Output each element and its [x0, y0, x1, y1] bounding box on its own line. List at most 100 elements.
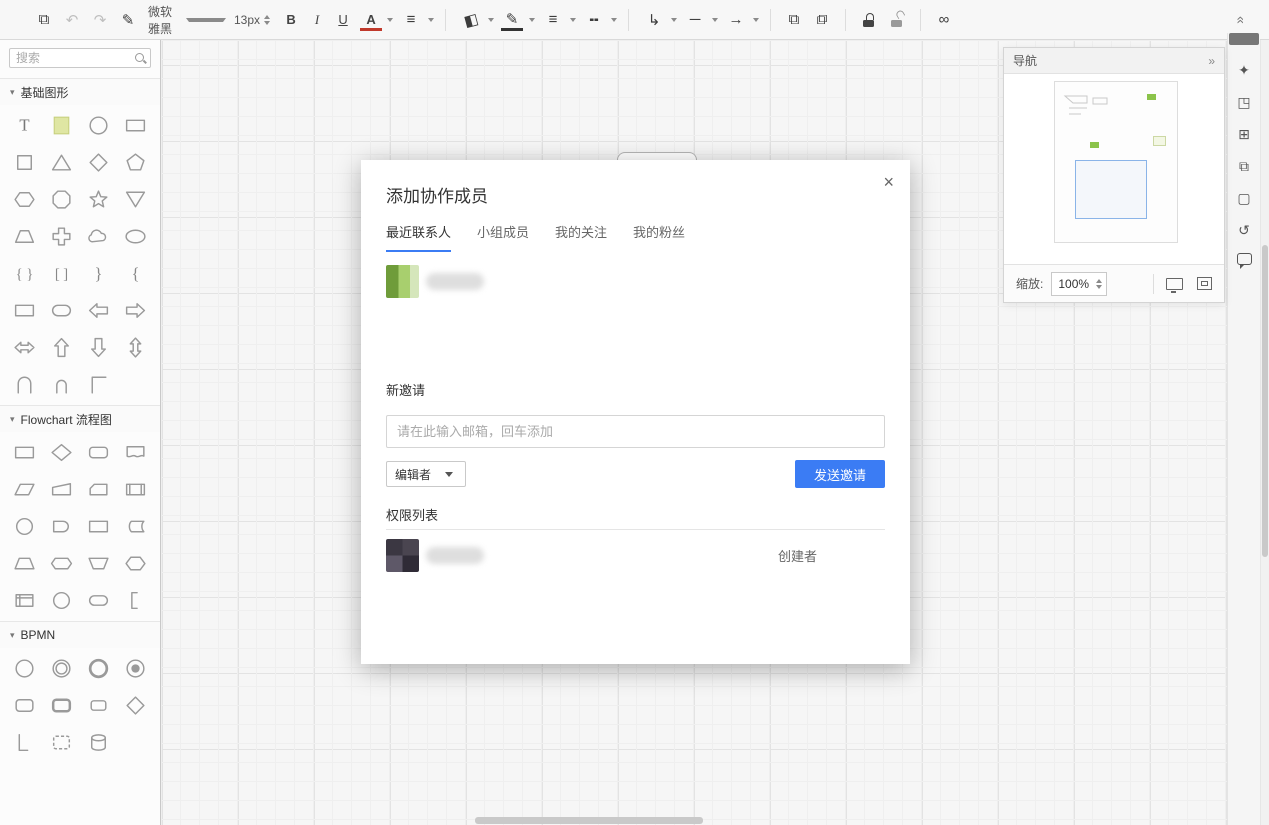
- shape-square[interactable]: [6, 144, 43, 181]
- bold-button[interactable]: B: [280, 8, 302, 32]
- page-setup-icon[interactable]: ▢: [1234, 189, 1254, 208]
- shape-octagon[interactable]: [43, 181, 80, 218]
- shape-rounded-rect[interactable]: [43, 292, 80, 329]
- connector-type-button[interactable]: ↳: [640, 8, 678, 32]
- shape-fc-circle[interactable]: [6, 508, 43, 545]
- shape-bpmn-datastore[interactable]: [80, 724, 117, 761]
- line-width-button[interactable]: ≡: [539, 8, 577, 32]
- minimap-viewport[interactable]: [1075, 160, 1147, 219]
- tab-我的粉丝[interactable]: 我的粉丝: [633, 222, 685, 252]
- presentation-icon[interactable]: [1166, 277, 1183, 293]
- comment-icon[interactable]: [1236, 253, 1252, 269]
- shape-diamond[interactable]: [80, 144, 117, 181]
- shape-oval[interactable]: [117, 218, 154, 255]
- shape-bpmn-start[interactable]: [6, 650, 43, 687]
- shape-fc-document[interactable]: [117, 434, 154, 471]
- shape-fc-preparation[interactable]: [43, 545, 80, 582]
- role-select[interactable]: 编辑者: [386, 461, 466, 487]
- font-color-button[interactable]: A: [358, 9, 394, 31]
- undo-icon[interactable]: ↶: [61, 8, 83, 32]
- shape-fc-manual-input[interactable]: [43, 471, 80, 508]
- shape-triangle-down[interactable]: [117, 181, 154, 218]
- shape-fc-delay[interactable]: [43, 508, 80, 545]
- shape-arrow-left[interactable]: [80, 292, 117, 329]
- shape-arrow-right[interactable]: [117, 292, 154, 329]
- shape-hexagon[interactable]: [6, 181, 43, 218]
- shape-star[interactable]: [80, 181, 117, 218]
- font-size-stepper[interactable]: 13px: [234, 13, 271, 27]
- shape-bracket-pair[interactable]: [ ]: [43, 255, 80, 292]
- close-icon[interactable]: ×: [883, 172, 894, 193]
- shape-bpmn-gateway[interactable]: [117, 687, 154, 724]
- arrow-style-button[interactable]: →: [722, 8, 760, 32]
- shape-fc-process[interactable]: [80, 508, 117, 545]
- section-flowchart[interactable]: Flowchart 流程图: [0, 405, 160, 432]
- shapes-library-icon[interactable]: ⧉: [33, 8, 55, 32]
- vertical-scrollbar-track[interactable]: [1260, 40, 1269, 825]
- redo-icon[interactable]: ↷: [89, 8, 111, 32]
- shape-fc-inv-trapezoid[interactable]: [80, 545, 117, 582]
- shape-fc-rounded[interactable]: [80, 434, 117, 471]
- shape-arrow-up[interactable]: [43, 329, 80, 366]
- shape-fc-bracket[interactable]: [117, 582, 154, 619]
- align-button[interactable]: ≡: [397, 8, 435, 32]
- recent-contact-item[interactable]: [386, 265, 484, 298]
- unlock-icon[interactable]: [891, 13, 903, 27]
- shape-fc-process[interactable]: [6, 434, 43, 471]
- structure-icon[interactable]: ⊞: [1234, 125, 1254, 144]
- shape-bpmn-terminate[interactable]: [117, 650, 154, 687]
- shape-fc-predefined[interactable]: [117, 471, 154, 508]
- vertical-scrollbar-thumb[interactable]: [1262, 245, 1268, 557]
- fill-color-button[interactable]: ◧: [457, 8, 495, 32]
- shape-bpmn-end[interactable]: [80, 650, 117, 687]
- search-input[interactable]: [9, 48, 151, 68]
- shape-fc-stored[interactable]: [117, 508, 154, 545]
- shape-bpmn-transaction[interactable]: [43, 687, 80, 724]
- underline-button[interactable]: U: [332, 8, 354, 32]
- shape-rect[interactable]: [117, 107, 154, 144]
- strip-scrollbar-thumb[interactable]: [1229, 33, 1259, 45]
- navigator-collapse-icon[interactable]: »: [1208, 54, 1215, 68]
- horizontal-scrollbar-thumb[interactable]: [475, 817, 703, 824]
- multipage-icon[interactable]: ⧉: [1234, 157, 1254, 176]
- shape-arrow-double-h[interactable]: [6, 329, 43, 366]
- zoom-spinner-icon[interactable]: [1096, 278, 1103, 289]
- shape-fc-hexagon[interactable]: [117, 545, 154, 582]
- shape-fc-or[interactable]: [43, 582, 80, 619]
- shape-cross[interactable]: [43, 218, 80, 255]
- section-bpmn[interactable]: BPMN: [0, 621, 160, 648]
- position-icon[interactable]: ✦: [1234, 61, 1254, 80]
- link-icon[interactable]: ∞: [933, 8, 955, 32]
- shape-fc-internal[interactable]: [6, 582, 43, 619]
- shape-corner[interactable]: [80, 366, 117, 403]
- shape-pentagon[interactable]: [117, 144, 154, 181]
- email-input[interactable]: [386, 415, 885, 448]
- shape-note[interactable]: [43, 107, 80, 144]
- tab-我的关注[interactable]: 我的关注: [555, 222, 607, 252]
- format-painter-icon[interactable]: ✎: [117, 8, 139, 32]
- lock-icon[interactable]: [863, 12, 875, 27]
- shape-bpmn-group[interactable]: [43, 724, 80, 761]
- send-backward-icon[interactable]: ⧉: [811, 8, 833, 32]
- fit-screen-icon[interactable]: [1197, 277, 1212, 290]
- shape-triangle[interactable]: [43, 144, 80, 181]
- minimap[interactable]: [1054, 81, 1178, 243]
- shape-bpmn-corner[interactable]: [6, 724, 43, 761]
- shape-brace-left[interactable]: {: [117, 255, 154, 292]
- shape-bpmn-task-small[interactable]: [80, 687, 117, 724]
- section-basic-shapes[interactable]: 基础图形: [0, 78, 160, 105]
- shape-brace-pair[interactable]: { }: [6, 255, 43, 292]
- shape-circle[interactable]: [80, 107, 117, 144]
- shape-bpmn-intermediate[interactable]: [43, 650, 80, 687]
- send-invite-button[interactable]: 发送邀请: [795, 460, 885, 488]
- font-family-select[interactable]: 微软雅黑: [148, 3, 226, 37]
- tab-最近联系人[interactable]: 最近联系人: [386, 222, 452, 252]
- shape-arrow-double-v[interactable]: [117, 329, 154, 366]
- shape-fc-decision[interactable]: [43, 434, 80, 471]
- collapse-toolbar-icon[interactable]: »: [1231, 16, 1247, 24]
- shape-fc-parallelogram[interactable]: [6, 471, 43, 508]
- zoom-control[interactable]: [1051, 271, 1108, 296]
- line-style-button[interactable]: ─: [681, 8, 719, 32]
- shape-fc-card[interactable]: [80, 471, 117, 508]
- zoom-input[interactable]: [1056, 275, 1093, 292]
